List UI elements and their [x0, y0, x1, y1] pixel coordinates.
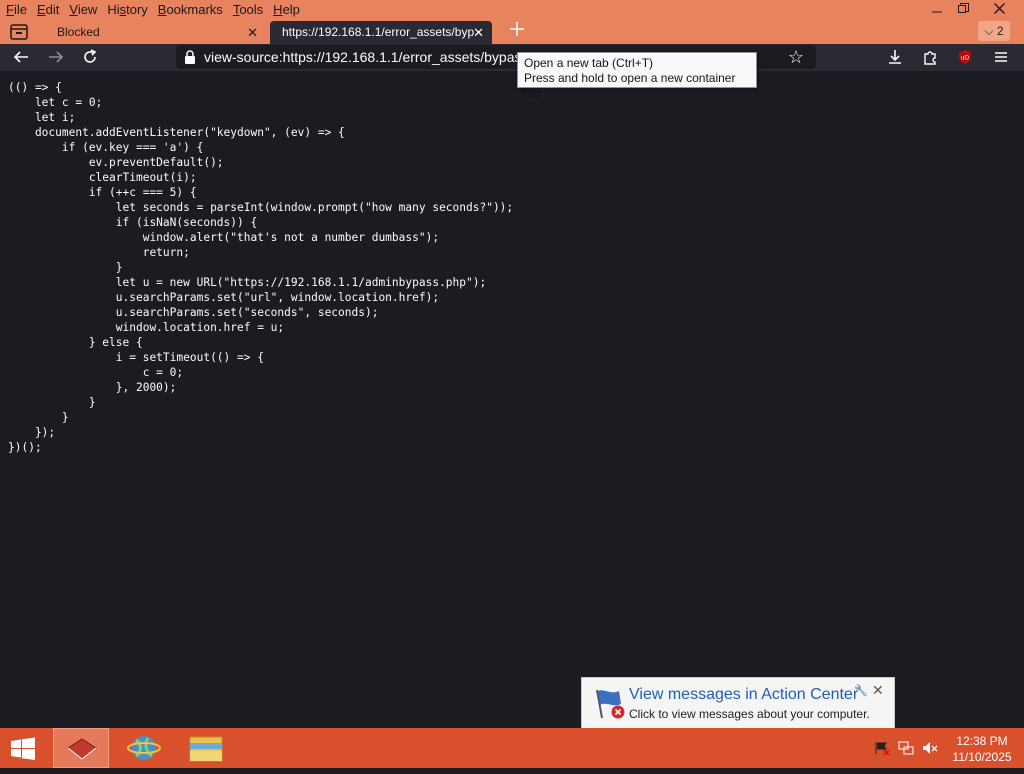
new-tab-button[interactable]: [506, 21, 528, 43]
menu-bar: File Edit View History Bookmarks Tools H…: [6, 2, 310, 17]
taskbar: 12:38 PM 11/10/2025: [0, 728, 1024, 768]
notification-text: Click to view messages about your comput…: [629, 707, 870, 721]
close-icon: [993, 3, 1005, 14]
close-window-button[interactable]: [984, 1, 1014, 19]
folder-icon: [189, 736, 223, 762]
tooltip-line-2: Press and hold to open a new container t…: [524, 71, 736, 100]
plus-icon: [510, 22, 524, 36]
svg-text:uO: uO: [961, 56, 969, 62]
wrench-icon[interactable]: 🔧: [854, 684, 868, 697]
code-line: let seconds = parseInt(window.prompt("ho…: [8, 201, 514, 214]
restore-button[interactable]: [948, 1, 978, 19]
tab-blocked[interactable]: Blocked ✕: [44, 21, 266, 44]
action-center-notification[interactable]: View messages in Action Center Click to …: [581, 677, 895, 729]
code-line: }: [8, 396, 96, 409]
code-line: document.addEventListener("keydown", (ev…: [8, 126, 345, 139]
code-line: u.searchParams.set("seconds", seconds);: [8, 306, 379, 319]
code-line: let c = 0;: [8, 96, 103, 109]
hamburger-menu-icon: [995, 52, 1007, 62]
volume-muted-icon[interactable]: [922, 741, 938, 755]
code-line: }: [8, 261, 123, 274]
code-line: })();: [8, 441, 42, 454]
code-line: let i;: [8, 111, 76, 124]
tab-close-icon[interactable]: ✕: [247, 21, 258, 44]
code-line: }, 2000);: [8, 381, 177, 394]
notification-close-icon[interactable]: ✕: [872, 682, 884, 699]
minimize-icon: [932, 11, 942, 13]
code-line: if (ev.key === 'a') {: [8, 141, 204, 154]
menu-view[interactable]: View: [69, 2, 97, 17]
taskbar-file-explorer-app[interactable]: [178, 728, 234, 768]
code-line: } else {: [8, 336, 143, 349]
code-line: if (isNaN(seconds)) {: [8, 216, 258, 229]
code-line: window.location.href = u;: [8, 321, 285, 334]
notification-title[interactable]: View messages in Action Center: [629, 686, 858, 704]
taskbar-ie-app[interactable]: [116, 728, 172, 768]
title-bar: File Edit View History Bookmarks Tools H…: [0, 0, 1024, 19]
reload-button[interactable]: [79, 48, 101, 68]
action-center-flag-icon: [596, 689, 625, 719]
browser-globe-icon: [127, 736, 161, 760]
clock-time: 12:38 PM: [956, 734, 1008, 748]
app-shield-icon: [67, 738, 97, 760]
forward-arrow-icon: [49, 51, 64, 63]
code-line: u.searchParams.set("url", window.locatio…: [8, 291, 440, 304]
taskbar-firefox-app[interactable]: [53, 728, 109, 768]
downloads-button[interactable]: [884, 48, 906, 68]
app-menu-button[interactable]: [990, 48, 1012, 68]
code-line: let u = new URL("https://192.168.1.1/adm…: [8, 276, 487, 289]
code-line: window.alert("that's not a number dumbas…: [8, 231, 440, 244]
code-line: }: [8, 411, 69, 424]
new-tab-tooltip: Open a new tab (Ctrl+T) Press and hold t…: [517, 52, 757, 100]
code-line: c = 0;: [8, 366, 184, 379]
menu-tools[interactable]: Tools: [233, 2, 263, 17]
puzzle-icon: [924, 51, 936, 65]
network-icon[interactable]: [898, 741, 914, 755]
nav-toolbar: view-source:https://192.168.1.1/error_as…: [0, 44, 1024, 71]
code-line: ev.preventDefault();: [8, 156, 224, 169]
menu-help[interactable]: Help: [273, 2, 300, 17]
extensions-button[interactable]: [919, 48, 941, 68]
firefox-view-icon: [10, 24, 28, 40]
bookmark-star-icon[interactable]: ☆: [788, 47, 804, 68]
forward-button[interactable]: [45, 48, 67, 68]
tab-close-icon[interactable]: ✕: [473, 21, 484, 44]
menu-history[interactable]: History: [107, 2, 147, 17]
code-line: });: [8, 426, 56, 439]
code-line: i = setTimeout(() => {: [8, 351, 264, 364]
url-text[interactable]: view-source:https://192.168.1.1/error_as…: [204, 45, 534, 69]
chevron-down-icon: ⌵: [984, 24, 994, 38]
source-code-view: (() => { let c = 0; let i; document.addE…: [8, 80, 513, 455]
reload-icon: [84, 49, 97, 63]
download-icon: [889, 50, 901, 64]
tab-title: Blocked: [57, 25, 100, 39]
firefox-view-button[interactable]: [8, 22, 30, 42]
tooltip-line-1: Open a new tab (Ctrl+T): [524, 56, 654, 70]
menu-edit[interactable]: Edit: [37, 2, 59, 17]
ublock-shield-icon: uO: [959, 50, 971, 64]
action-center-tray-flag-icon[interactable]: [874, 741, 890, 756]
tab-title: https://192.168.1.1/error_assets/byp: [282, 25, 475, 39]
start-button[interactable]: [10, 737, 36, 761]
menu-bookmarks[interactable]: Bookmarks: [158, 2, 223, 17]
back-button[interactable]: [10, 48, 32, 68]
lock-icon: [185, 50, 195, 64]
system-clock[interactable]: 12:38 PM 11/10/2025: [944, 733, 1020, 765]
back-arrow-icon: [13, 51, 28, 63]
clock-date: 11/10/2025: [952, 750, 1012, 764]
code-line: if (++c === 5) {: [8, 186, 197, 199]
tab-view-source[interactable]: https://192.168.1.1/error_assets/byp ✕: [270, 21, 492, 44]
tab-strip: Blocked ✕ https://192.168.1.1/error_asse…: [0, 19, 1024, 44]
windows-logo-icon: [11, 737, 35, 760]
restore-icon: [957, 3, 969, 13]
menu-file[interactable]: File: [6, 2, 27, 17]
code-line: return;: [8, 246, 190, 259]
ublock-origin-button[interactable]: uO: [954, 48, 976, 68]
code-line: (() => {: [8, 81, 62, 94]
tab-count: 2: [996, 24, 1004, 38]
code-line: clearTimeout(i);: [8, 171, 197, 184]
list-all-tabs-button[interactable]: ⌵ 2: [978, 21, 1010, 41]
